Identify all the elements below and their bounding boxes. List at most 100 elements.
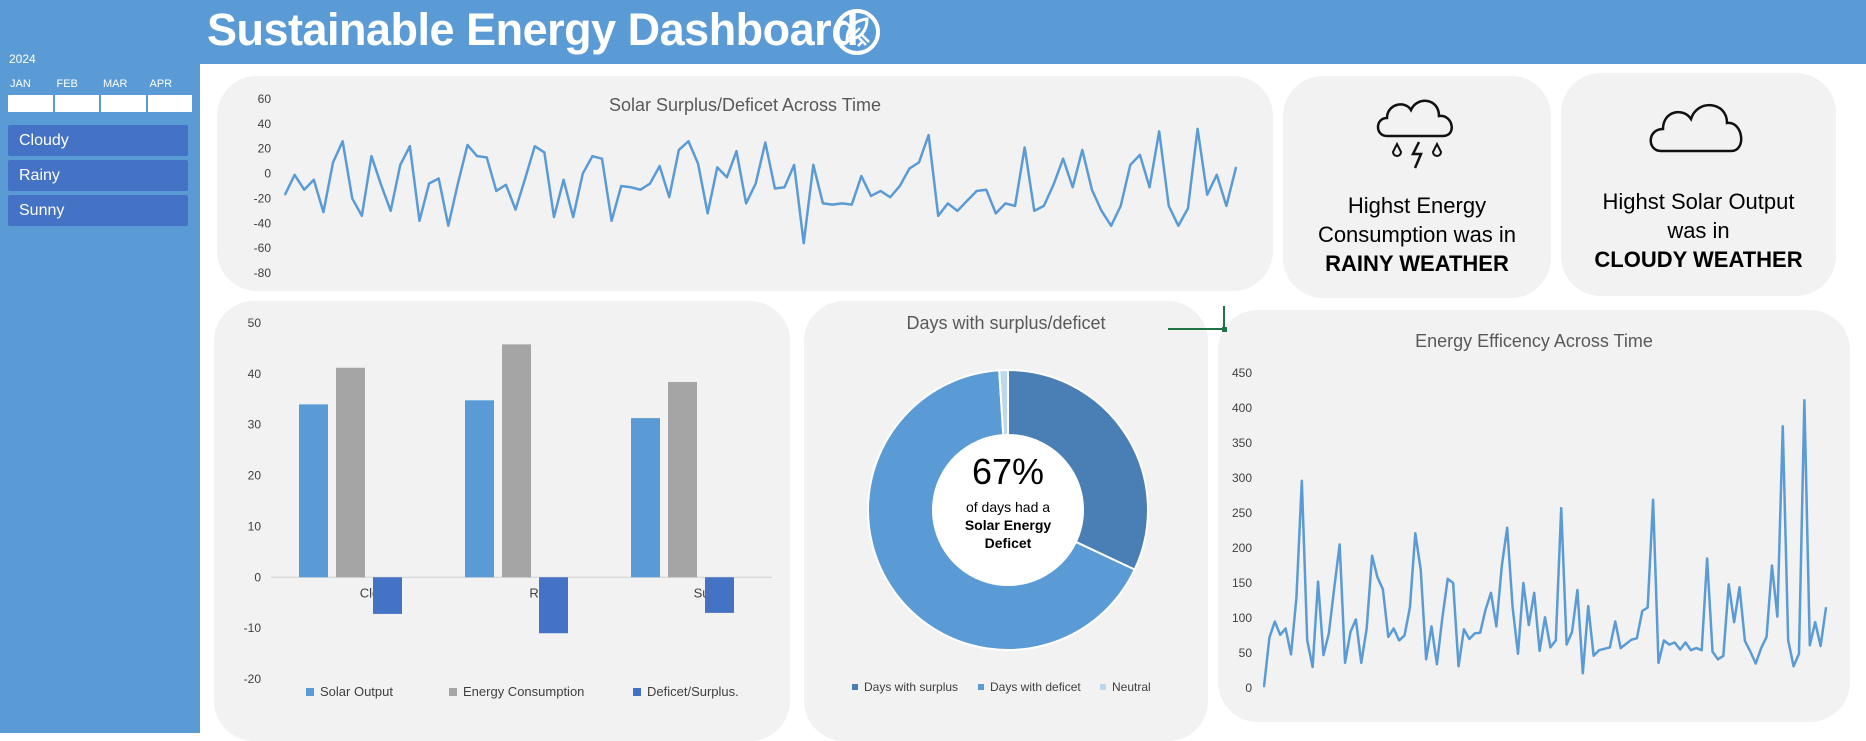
- data-point: [1360, 662, 1363, 664]
- y-tick-label: 60: [258, 92, 272, 106]
- data-point: [1749, 650, 1752, 653]
- data-point: [1630, 638, 1633, 641]
- data-point: [927, 134, 930, 136]
- data-point: [1733, 621, 1735, 623]
- energy-efficiency-line-chart: 450 400 350 300 250 200 150 100 50 0: [1232, 366, 1828, 695]
- bar: [705, 577, 734, 613]
- legend-item: Solar Output: [306, 684, 393, 699]
- cell-selection[interactable]: [1168, 306, 1227, 332]
- month-selector-apr[interactable]: [147, 95, 194, 112]
- data-point: [1052, 183, 1055, 186]
- data-point: [1592, 655, 1595, 657]
- data-point: [1565, 643, 1568, 646]
- data-point: [1268, 636, 1271, 639]
- data-point: [1738, 586, 1741, 588]
- data-point: [1215, 174, 1218, 176]
- data-point: [745, 202, 747, 205]
- data-point: [437, 177, 440, 180]
- data-point: [735, 150, 738, 152]
- month-selector-mar[interactable]: [101, 95, 148, 112]
- donut-caption: Solar Energy: [964, 517, 1052, 533]
- data-point: [1825, 606, 1827, 609]
- series-line: [1262, 399, 1828, 687]
- data-point: [668, 196, 671, 198]
- data-point: [1814, 621, 1816, 623]
- data-point: [1582, 672, 1584, 675]
- data-point: [1646, 606, 1649, 609]
- data-point: [447, 224, 450, 227]
- month-label: JAN: [10, 78, 31, 90]
- data-point: [639, 188, 642, 191]
- data-point: [1679, 648, 1681, 651]
- data-point: [1177, 224, 1180, 227]
- y-tick-label: 50: [248, 316, 262, 330]
- data-point: [389, 210, 392, 212]
- data-point: [898, 185, 901, 187]
- data-point: [1062, 157, 1064, 160]
- slicer-rainy[interactable]: Rainy: [8, 160, 188, 191]
- month-selector-feb[interactable]: [54, 95, 101, 112]
- data-point: [1382, 588, 1384, 591]
- data-point: [1727, 583, 1730, 586]
- y-tick-label: -80: [254, 266, 272, 280]
- data-point: [697, 162, 699, 165]
- bar: [336, 367, 365, 578]
- data-point: [457, 182, 459, 185]
- data-point: [1398, 639, 1400, 642]
- bar: [502, 344, 531, 578]
- data-point: [399, 164, 402, 166]
- data-point: [1765, 636, 1768, 638]
- data-point: [1263, 685, 1265, 688]
- series-line: [283, 127, 1238, 245]
- data-point: [985, 188, 988, 191]
- legend-item: Neutral: [1100, 680, 1151, 694]
- data-point: [1760, 647, 1762, 649]
- data-point: [1587, 605, 1590, 607]
- data-point: [630, 186, 632, 189]
- y-tick-label: 40: [258, 117, 272, 131]
- data-point: [620, 185, 623, 187]
- data-point: [1349, 631, 1352, 633]
- data-point: [1538, 650, 1541, 652]
- month-timeline[interactable]: JAN FEB MAR APR: [8, 78, 194, 112]
- data-point: [466, 144, 469, 146]
- slicer-cloudy[interactable]: Cloudy: [8, 125, 188, 156]
- data-point: [1322, 654, 1325, 656]
- y-tick-label: -20: [244, 672, 262, 686]
- slicer-sunny[interactable]: Sunny: [8, 195, 188, 226]
- data-point: [1500, 565, 1503, 567]
- data-point: [1158, 130, 1160, 133]
- data-point: [1311, 666, 1314, 668]
- data-point: [1301, 480, 1303, 482]
- y-tick-label: -10: [244, 621, 262, 635]
- data-point: [1463, 628, 1465, 630]
- data-point: [1576, 589, 1579, 591]
- solar-surplus-line-chart: 60 40 20 0 -20 -40 -60 -80: [254, 92, 1238, 280]
- data-point: [332, 161, 334, 164]
- data-point: [754, 182, 757, 185]
- solar-surplus-card: Solar Surplus/Deficet Across Time 60 40 20…: [217, 76, 1273, 291]
- data-point: [1119, 205, 1122, 207]
- y-tick-label: 200: [1232, 541, 1252, 555]
- data-point: [370, 155, 373, 157]
- bar: [668, 381, 697, 578]
- data-point: [1033, 210, 1036, 212]
- month-selector-jan[interactable]: [8, 95, 55, 112]
- data-point: [1711, 650, 1714, 653]
- y-tick-label: -20: [254, 191, 272, 205]
- data-point: [1690, 649, 1692, 651]
- data-point: [1187, 207, 1189, 210]
- data-point: [428, 182, 430, 185]
- data-point: [1414, 532, 1417, 535]
- y-tick-label: -40: [254, 216, 272, 230]
- data-point: [774, 187, 776, 190]
- donut-caption: Deficet: [984, 535, 1032, 551]
- data-point: [649, 182, 651, 185]
- data-point: [581, 172, 584, 175]
- y-tick-label: 30: [248, 418, 262, 432]
- data-point: [293, 174, 296, 176]
- data-point: [716, 166, 719, 169]
- data-point: [1598, 649, 1600, 651]
- data-point: [1004, 202, 1007, 205]
- data-point: [1722, 655, 1725, 657]
